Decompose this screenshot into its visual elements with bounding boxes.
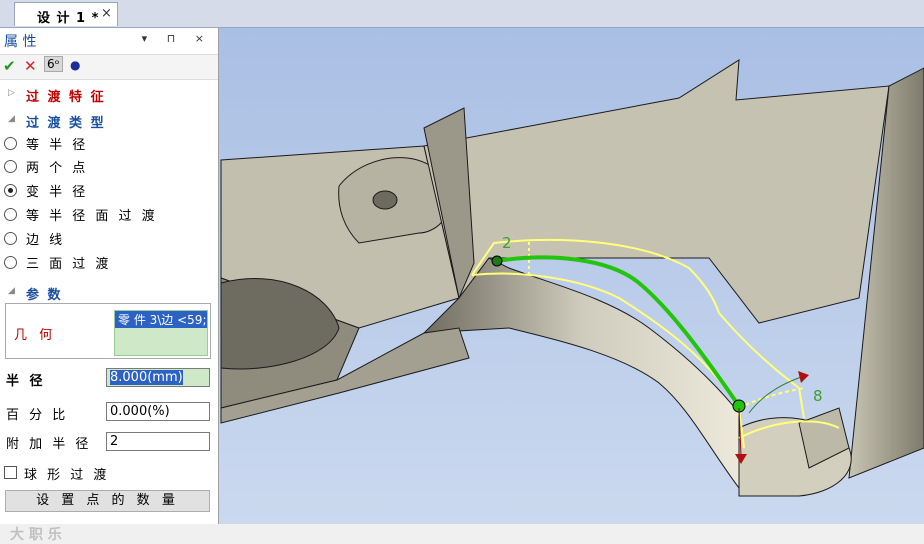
percent-label: 百 分 比 [6,408,69,423]
document-tab[interactable]: 设 计 1 * × [14,2,118,26]
radio-button[interactable] [4,208,17,221]
radius-label: 半 径 [6,374,46,389]
section-transition-feature[interactable]: 过 渡 特 征 [26,86,106,105]
confirm-icon[interactable]: ✔ [3,57,16,75]
start-radius-label: 2 [502,234,512,252]
close-icon[interactable]: × [101,6,112,21]
section-parameters[interactable]: 参 数 [26,284,63,303]
cancel-icon[interactable]: ✕ [24,57,37,75]
viewport-canvas: 2 8 [219,28,924,524]
preview-glasses-icon[interactable]: 6ᵒ [44,56,63,72]
document-tab-bar: 设 计 1 * × [0,0,924,28]
panel-toolbar: ✔ ✕ 6ᵒ ● [0,54,218,80]
set-points-button[interactable]: 设 置 点 的 数 量 [5,490,210,512]
collapsed-triangle-icon[interactable]: ▷ [8,88,15,98]
panel-window-controls[interactable]: ▾ ⊓ × [142,32,212,45]
section-transition-type[interactable]: 过 渡 类 型 [26,112,106,131]
radio-label: 变 半 径 [26,185,89,200]
radio-label: 等 半 径 [26,138,89,153]
extra-radius-input[interactable]: 2 [106,432,210,451]
radio-label: 边 线 [26,233,66,248]
document-tab-title: 设 计 1 * [37,11,100,26]
expanded-triangle-icon[interactable]: ◢ [8,286,15,296]
radius-value: 8.000(mm) [110,370,183,385]
properties-panel: 属 性 ▾ ⊓ × ✔ ✕ 6ᵒ ● ▷ 过 渡 特 征 ◢ 过 渡 类 型 等… [0,28,219,543]
geometry-box: 几 何 零 件 3\边 <59; [5,303,211,359]
panel-title: 属 性 [4,34,37,50]
radio-label: 等 半 径 面 过 渡 [26,209,158,224]
3d-viewport[interactable]: 2 8 [219,28,924,524]
radio-label: 三 面 过 渡 [26,257,112,272]
percent-input[interactable]: 0.000(%) [106,402,210,421]
radio-button[interactable] [4,137,17,150]
end-radius-label: 8 [813,387,823,405]
radio-button[interactable] [4,232,17,245]
radio-label: 两 个 点 [26,161,89,176]
expanded-triangle-icon[interactable]: ◢ [8,114,15,124]
dot-icon[interactable]: ● [70,58,80,72]
start-point-icon[interactable] [491,255,503,267]
radio-button[interactable] [4,256,17,269]
geometry-list[interactable]: 零 件 3\边 <59; [114,310,208,356]
watermark-logo: 大 职 乐 [10,527,62,543]
radio-button-selected[interactable] [4,184,17,197]
spherical-checkbox[interactable] [4,466,17,479]
geometry-label: 几 何 [14,328,57,343]
radius-input[interactable]: 8.000(mm) [106,368,210,387]
spherical-label: 球 形 过 渡 [24,468,110,483]
extra-radius-label: 附 加 半 径 [6,437,92,452]
radio-button[interactable] [4,160,17,173]
geometry-list-item[interactable]: 零 件 3\边 <59; [115,311,207,328]
